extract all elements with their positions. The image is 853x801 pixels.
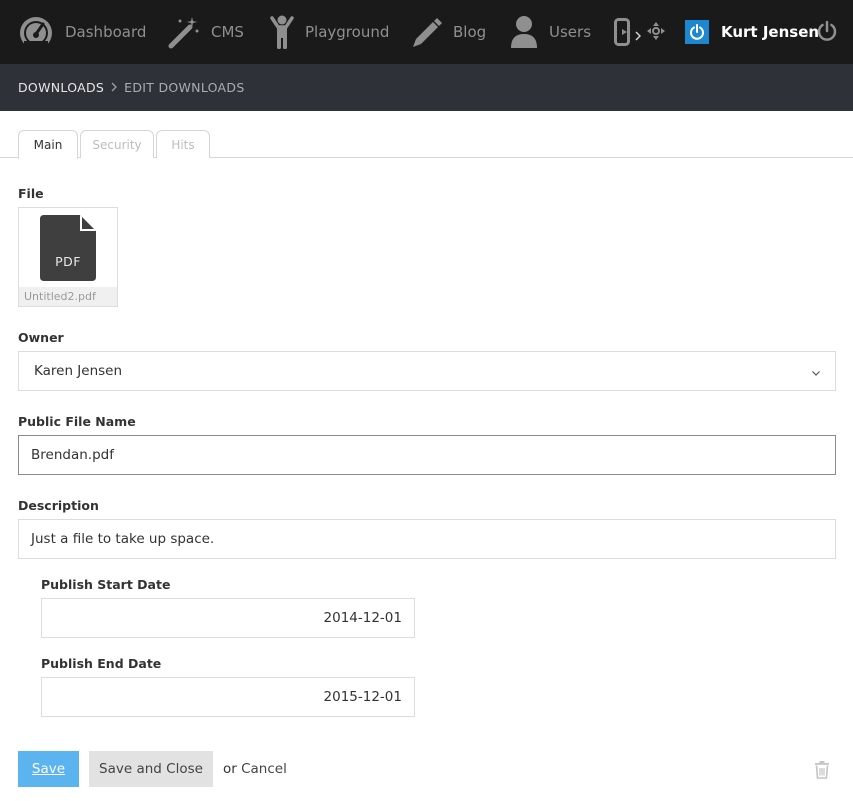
nav-label-playground: Playground bbox=[305, 23, 390, 41]
public-file-name-input[interactable]: Brendan.pdf bbox=[18, 435, 836, 475]
nav-label-users: Users bbox=[549, 23, 592, 41]
owner-label: Owner bbox=[18, 330, 64, 345]
nav-label-dashboard: Dashboard bbox=[65, 23, 147, 41]
trash-icon[interactable] bbox=[812, 759, 832, 779]
public-file-name-label: Public File Name bbox=[18, 414, 136, 429]
file-preview[interactable]: PDF Untitled2.pdf bbox=[18, 207, 118, 307]
tab-security[interactable]: Security bbox=[80, 130, 154, 158]
nav-overflow[interactable] bbox=[614, 14, 670, 50]
description-input[interactable]: Just a file to take up space. bbox=[18, 519, 836, 559]
nav-label-blog: Blog bbox=[453, 23, 487, 41]
breadcrumb-current: EDIT DOWNLOADS bbox=[124, 80, 245, 95]
move-arrows-icon bbox=[647, 22, 665, 44]
breadcrumb-downloads[interactable]: DOWNLOADS bbox=[18, 80, 104, 95]
tab-label: Hits bbox=[171, 137, 195, 152]
save-button[interactable]: Save bbox=[18, 751, 79, 787]
file-type-badge: PDF bbox=[55, 254, 81, 269]
magic-wand-icon bbox=[168, 15, 200, 49]
power-icon bbox=[685, 20, 709, 44]
nav-item-blog[interactable]: Blog bbox=[410, 0, 486, 64]
tab-main[interactable]: Main bbox=[18, 130, 78, 159]
pdf-file-icon bbox=[40, 215, 96, 285]
logout-power-icon[interactable] bbox=[816, 20, 838, 42]
device-icon bbox=[614, 18, 630, 50]
tab-label: Security bbox=[92, 137, 142, 152]
cancel-link[interactable]: Cancel bbox=[241, 761, 287, 777]
or-cancel: or Cancel bbox=[223, 761, 287, 777]
nav-item-cms[interactable]: CMS bbox=[168, 0, 244, 64]
nav-item-playground[interactable]: Playground bbox=[270, 0, 389, 64]
chevron-down-icon bbox=[811, 366, 821, 382]
description-value: Just a file to take up space. bbox=[31, 531, 215, 547]
chevron-right-icon bbox=[111, 81, 118, 95]
owner-select[interactable]: Karen Jensen bbox=[18, 351, 836, 391]
publish-start-value: 2014-12-01 bbox=[323, 610, 402, 626]
or-text: or bbox=[223, 761, 237, 777]
publish-end-value: 2015-12-01 bbox=[323, 689, 402, 705]
user-name: Kurt Jensen bbox=[721, 23, 820, 41]
nav-item-dashboard[interactable]: Dashboard bbox=[18, 0, 146, 64]
publish-start-label: Publish Start Date bbox=[41, 577, 171, 592]
breadcrumb: DOWNLOADS EDIT DOWNLOADS bbox=[0, 64, 853, 111]
current-user[interactable]: Kurt Jensen bbox=[685, 0, 819, 64]
child-figure-icon bbox=[270, 14, 294, 50]
publish-end-date-input[interactable]: 2015-12-01 bbox=[41, 677, 415, 717]
user-icon bbox=[510, 15, 538, 49]
publish-end-label: Publish End Date bbox=[41, 656, 162, 671]
nav-item-users[interactable]: Users bbox=[510, 0, 591, 64]
nav-label-cms: CMS bbox=[211, 23, 244, 41]
dashboard-gauge-icon bbox=[18, 15, 54, 49]
tab-bar: Main Security Hits bbox=[0, 130, 853, 159]
file-name: Untitled2.pdf bbox=[19, 287, 117, 306]
file-label: File bbox=[18, 186, 44, 201]
description-label: Description bbox=[18, 498, 99, 513]
tab-label: Main bbox=[33, 138, 63, 152]
top-navigation-bar: Dashboard CMS Playground Blog Users Kurt… bbox=[0, 0, 853, 64]
tab-hits[interactable]: Hits bbox=[156, 130, 210, 158]
owner-select-value: Karen Jensen bbox=[34, 363, 123, 379]
public-file-name-value: Brendan.pdf bbox=[31, 447, 114, 463]
chevron-right-icon bbox=[635, 26, 642, 45]
save-and-close-button[interactable]: Save and Close bbox=[89, 751, 213, 787]
publish-start-date-input[interactable]: 2014-12-01 bbox=[41, 598, 415, 638]
pencil-icon bbox=[410, 15, 442, 49]
